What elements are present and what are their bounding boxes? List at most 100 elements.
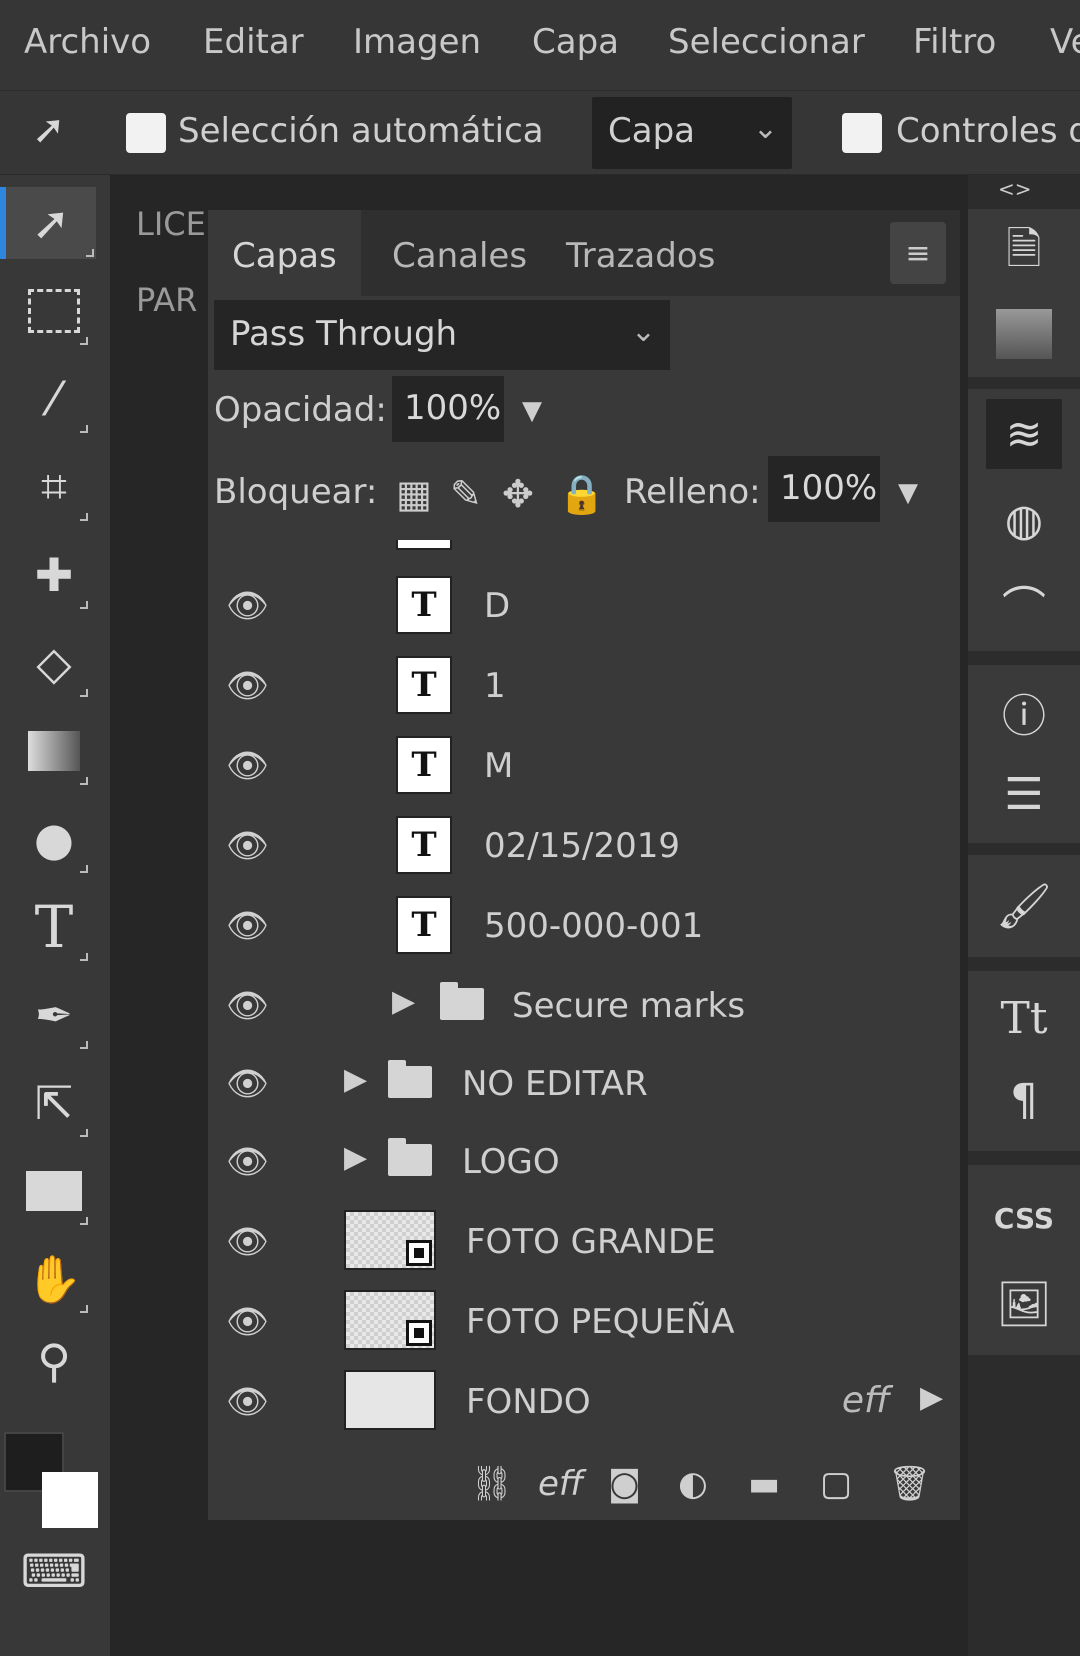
layer-select-dropdown[interactable]: Capa ⌄ — [592, 97, 792, 169]
new-layer-icon[interactable]: ▢ — [820, 1464, 852, 1504]
menu-imagen[interactable]: Imagen — [353, 22, 481, 62]
crop-icon: ⌗ — [41, 459, 67, 513]
eye-icon[interactable]: 👁 — [226, 986, 269, 1026]
auto-select-label: Selección automática — [178, 111, 544, 151]
marquee-tool-button[interactable] — [18, 275, 90, 347]
collapse-dock-icon[interactable]: <> — [998, 177, 1032, 201]
menu-filtro[interactable]: Filtro — [913, 22, 996, 62]
eye-icon[interactable]: 👁 — [226, 906, 269, 946]
menu-editar[interactable]: Editar — [203, 22, 304, 62]
magic-wand-tool-button[interactable]: ⁄ — [18, 363, 90, 435]
healing-tool-button[interactable]: ✚ — [18, 539, 90, 611]
layer-group-row[interactable]: 👁 ▶ NO EDITAR — [208, 1044, 960, 1122]
auto-select-checkbox[interactable] — [126, 113, 166, 153]
layer-row[interactable]: 👁 T M — [208, 726, 960, 804]
lock-transparency-icon[interactable]: ▦ — [396, 472, 432, 516]
eye-icon[interactable]: 👁 — [226, 1064, 269, 1104]
paths-icon[interactable]: ⌒ — [986, 569, 1062, 639]
eraser-tool-button[interactable]: ◇ — [18, 627, 90, 699]
layer-row[interactable]: 👁 T 02/15/2019 — [208, 806, 960, 884]
rectangle-icon — [26, 1171, 82, 1211]
path-select-tool-button[interactable]: ⇱ — [18, 1067, 90, 1139]
trash-icon[interactable]: 🗑 — [888, 1464, 931, 1504]
background-color-swatch[interactable] — [42, 1472, 98, 1528]
menu-archivo[interactable]: Archivo — [24, 22, 151, 62]
gradient-tool-button[interactable] — [18, 715, 90, 787]
tab-canales[interactable]: Canales — [368, 210, 551, 296]
expand-effects-arrow-icon[interactable]: ▶ — [920, 1380, 943, 1415]
layer-row[interactable]: 👁 FOTO GRANDE — [208, 1202, 960, 1280]
character-icon[interactable]: Tt — [986, 983, 1062, 1053]
css-icon[interactable]: CSS — [986, 1183, 1062, 1253]
zoom-tool-button[interactable]: ⚲ — [18, 1325, 90, 1397]
smart-object-icon — [406, 1240, 432, 1266]
blur-tool-button[interactable]: ● — [18, 803, 90, 875]
pen-tool-button[interactable]: ✒ — [18, 979, 90, 1051]
controls-checkbox[interactable] — [842, 113, 882, 153]
expand-arrow-icon[interactable]: ▶ — [344, 1062, 367, 1097]
crop-tool-button[interactable]: ⌗ — [18, 451, 90, 523]
menu-seleccionar[interactable]: Seleccionar — [668, 22, 865, 62]
layer-row[interactable]: 👁 T D — [208, 566, 960, 644]
info-icon[interactable]: ⓘ — [986, 677, 1062, 747]
hand-tool-button[interactable]: ✋ — [18, 1243, 90, 1315]
lock-position-icon[interactable]: ✥ — [502, 472, 534, 516]
brush-settings-icon[interactable]: 🖌 — [986, 871, 1062, 941]
menu-capa[interactable]: Capa — [532, 22, 619, 62]
layer-row[interactable]: 👁 T 500-000-001 — [208, 886, 960, 964]
tab-trazados[interactable]: Trazados — [542, 210, 739, 296]
lock-pixels-icon[interactable]: ✎ — [450, 472, 482, 516]
eye-icon[interactable]: 👁 — [226, 1142, 269, 1182]
opacity-input[interactable]: 100% — [392, 376, 504, 442]
blend-mode-dropdown[interactable]: Pass Through ⌄ — [214, 300, 670, 370]
dock-group-brush: 🖌 — [968, 855, 1080, 957]
expand-arrow-icon[interactable]: ▶ — [344, 1140, 367, 1175]
layer-row[interactable]: 👁 FOTO PEQUEÑA — [208, 1282, 960, 1360]
eye-icon[interactable]: 👁 — [226, 746, 269, 786]
dock-group-history: 🗎 — [968, 209, 1080, 377]
right-dock: <> 🗎 ≋ ◍ ⌒ ⓘ ☰ 🖌 Tt ¶ CSS 🖼 — [968, 175, 1080, 1656]
new-group-icon[interactable]: ▬ — [748, 1464, 780, 1504]
layer-mask-icon[interactable]: ◙ — [608, 1464, 641, 1504]
fx-button[interactable]: eff — [538, 1464, 583, 1504]
pen-icon: ✒ — [34, 988, 74, 1042]
eye-icon[interactable]: 👁 — [226, 1222, 269, 1262]
swatches-icon[interactable] — [986, 299, 1062, 369]
eye-icon[interactable]: 👁 — [226, 1302, 269, 1342]
opacity-dropdown-arrow[interactable]: ▼ — [522, 396, 542, 426]
keyboard-button[interactable]: ⌨ — [18, 1535, 90, 1607]
layer-name: FOTO GRANDE — [466, 1222, 716, 1262]
fill-dropdown-arrow[interactable]: ▼ — [898, 478, 918, 508]
link-layers-icon[interactable]: ⛓ — [470, 1464, 513, 1504]
channels-icon[interactable]: ◍ — [986, 485, 1062, 555]
adjustments-icon[interactable]: ☰ — [986, 759, 1062, 829]
layer-row[interactable]: 👁 T 1 — [208, 646, 960, 724]
menu-bar: Archivo Editar Imagen Capa Seleccionar F… — [0, 0, 1080, 90]
layer-group-row[interactable]: 👁 ▶ LOGO — [208, 1122, 960, 1200]
layer-group-row[interactable]: 👁 ▶ Secure marks — [208, 966, 960, 1044]
layers-icon[interactable]: ≋ — [986, 399, 1062, 469]
layer-row[interactable]: 👁 FONDO eff ▶ — [208, 1362, 960, 1440]
layer-name: FONDO — [466, 1382, 591, 1422]
dock-group-css: CSS 🖼 — [968, 1165, 1080, 1355]
menu-vista[interactable]: Ve — [1050, 22, 1080, 62]
type-tool-button[interactable]: T — [18, 891, 90, 963]
fill-input[interactable]: 100% — [768, 456, 880, 522]
shape-tool-button[interactable] — [18, 1155, 90, 1227]
eye-icon[interactable]: 👁 — [226, 1382, 269, 1422]
eye-icon[interactable]: 👁 — [226, 826, 269, 866]
move-tool-button[interactable]: ➚ — [0, 187, 96, 259]
paragraph-icon[interactable]: ¶ — [986, 1065, 1062, 1135]
behind-text-1: LICE — [136, 205, 206, 243]
adjustment-layer-icon[interactable]: ◐ — [678, 1464, 708, 1504]
eye-icon[interactable]: 👁 — [226, 666, 269, 706]
lock-all-icon[interactable]: 🔒 — [558, 472, 605, 517]
tab-capas[interactable]: Capas — [208, 210, 361, 296]
panel-menu-button[interactable]: ≡ — [890, 222, 946, 284]
layer-effects-label[interactable]: eff — [842, 1380, 890, 1421]
fill-label: Relleno: — [624, 472, 761, 512]
history-icon[interactable]: 🗎 — [986, 219, 1062, 289]
image-icon[interactable]: 🖼 — [986, 1269, 1062, 1339]
expand-arrow-icon[interactable]: ▶ — [392, 984, 415, 1019]
eye-icon[interactable]: 👁 — [226, 586, 269, 626]
